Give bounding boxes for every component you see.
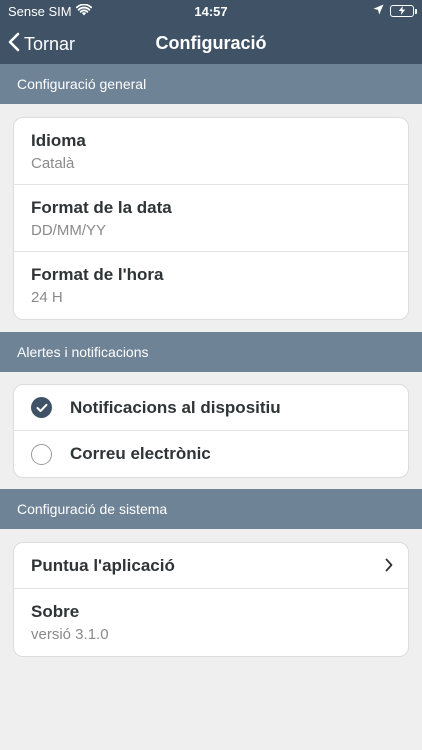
language-value: Català <box>31 155 75 172</box>
section-header-system: Configuració de sistema <box>0 489 422 529</box>
chevron-right-icon <box>385 558 393 577</box>
checkmark-icon[interactable] <box>31 397 52 418</box>
device-notifications-label: Notificacions al dispositiu <box>70 397 281 417</box>
about-title: Sobre <box>31 602 80 621</box>
language-row[interactable]: Idioma Català <box>14 118 408 185</box>
email-notifications-label: Correu electrònic <box>70 444 211 463</box>
top-bar: Sense SIM 14:57 Tornar Configuració <box>0 0 422 66</box>
status-time: 14:57 <box>194 4 228 19</box>
status-bar: Sense SIM 14:57 <box>0 0 422 22</box>
time-format-row[interactable]: Format de l'hora 24 H <box>14 252 408 319</box>
language-title: Idioma <box>31 131 86 150</box>
general-settings-card: Idioma Català Format de la data DD/MM/YY… <box>13 117 409 320</box>
about-row[interactable]: Sobre versió 3.1.0 <box>14 589 408 656</box>
date-format-value: DD/MM/YY <box>31 222 106 239</box>
system-card: Puntua l'aplicació Sobre versió 3.1.0 <box>13 542 409 657</box>
alerts-card: Notificacions al dispositiu Correu elect… <box>13 384 409 478</box>
page-title: Configuració <box>155 33 267 53</box>
time-format-value: 24 H <box>31 289 63 306</box>
section-header-alerts: Alertes i notificacions <box>0 332 422 372</box>
location-arrow-icon <box>373 3 384 18</box>
status-right <box>373 3 417 18</box>
battery-charging-icon <box>390 4 417 17</box>
empty-radio-icon[interactable] <box>31 443 52 465</box>
email-notifications-option[interactable]: Correu electrònic <box>14 431 408 477</box>
device-notifications-option[interactable]: Notificacions al dispositiu <box>14 385 408 431</box>
rate-app-row[interactable]: Puntua l'aplicació <box>14 543 408 589</box>
nav-bar: Tornar Configuració <box>0 22 422 66</box>
rate-app-label: Puntua l'aplicació <box>31 555 175 575</box>
about-version: versió 3.1.0 <box>31 626 109 643</box>
section-header-general: Configuració general <box>0 64 422 104</box>
date-format-title: Format de la data <box>31 198 172 217</box>
date-format-row[interactable]: Format de la data DD/MM/YY <box>14 185 408 252</box>
time-format-title: Format de l'hora <box>31 265 164 284</box>
